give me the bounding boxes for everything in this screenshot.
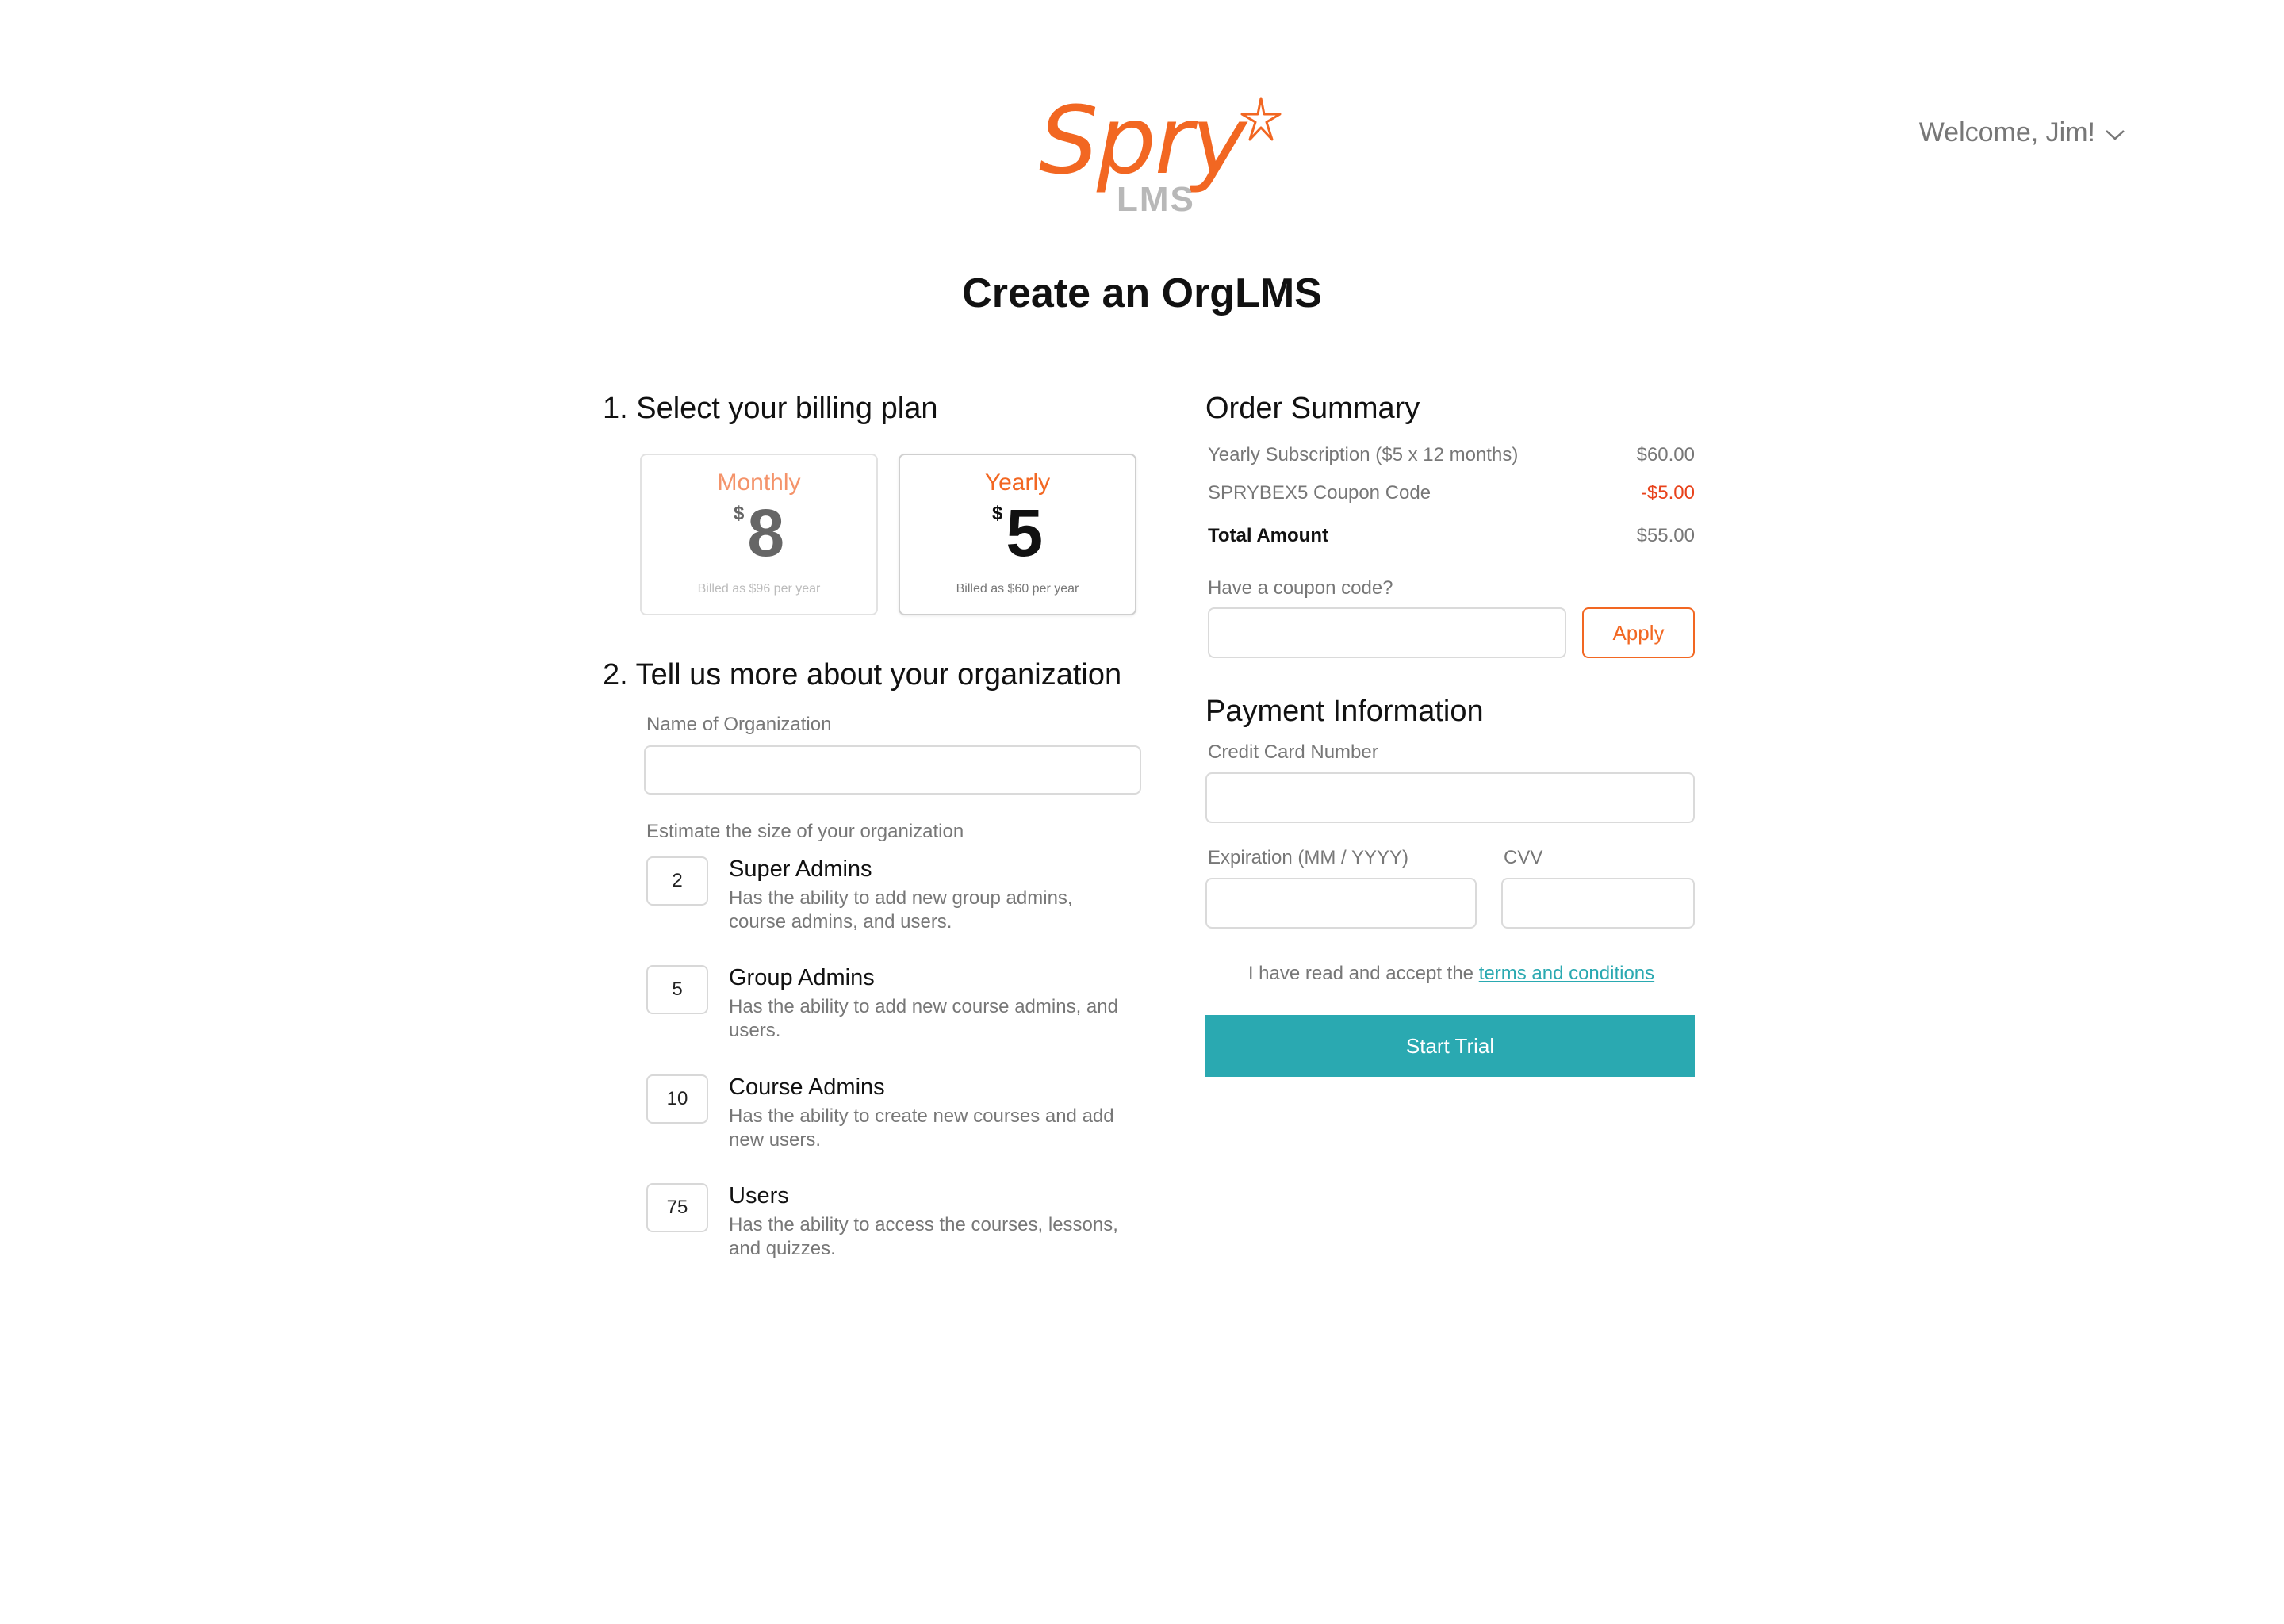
page-title: Create an OrgLMS xyxy=(962,270,1322,316)
organization-name-label: Name of Organization xyxy=(646,714,832,735)
cvv-label: CVV xyxy=(1504,847,1543,868)
role-description: Has the ability to create new courses an… xyxy=(729,1105,1114,1151)
user-menu[interactable]: Welcome, Jim! xyxy=(1919,117,2125,148)
page: Spry LMS Welcome, Jim! Create an OrgLMS … xyxy=(0,0,2284,1624)
plan-price: $8 xyxy=(642,500,876,566)
summary-label: Yearly Subscription ($5 x 12 months) xyxy=(1208,444,1519,465)
plan-price-value: 8 xyxy=(747,496,785,570)
plan-name: Yearly xyxy=(984,469,1051,496)
apply-coupon-button[interactable]: Apply xyxy=(1582,607,1695,658)
course-admins-count-input[interactable] xyxy=(646,1074,708,1124)
payment-heading: Payment Information xyxy=(1205,695,1484,728)
logo-wordmark: Spry xyxy=(1039,86,1247,195)
terms-link[interactable]: terms and conditions xyxy=(1479,963,1654,984)
plan-price-value: 5 xyxy=(1006,496,1044,570)
summary-label: SPRYBEX5 Coupon Code xyxy=(1208,482,1431,504)
terms-text: I have read and accept the xyxy=(1247,963,1479,984)
star-icon xyxy=(1240,97,1282,141)
role-title: Users xyxy=(729,1183,789,1208)
currency-symbol: $ xyxy=(733,503,745,524)
plan-billed-note: Billed as $96 per year xyxy=(697,582,821,596)
summary-total-value: $55.00 xyxy=(1636,525,1695,546)
role-description: Has the ability to add new group admins,… xyxy=(729,887,1073,933)
summary-discount-value: -$5.00 xyxy=(1640,482,1695,504)
spry-lms-logo: Spry LMS xyxy=(1039,94,1285,220)
order-summary-heading: Order Summary xyxy=(1205,392,1420,425)
coupon-label: Have a coupon code? xyxy=(1208,577,1393,599)
super-admins-count-input[interactable] xyxy=(646,856,708,906)
role-description: Has the ability to access the courses, l… xyxy=(729,1214,1118,1259)
summary-row-total: Total Amount $55.00 xyxy=(1208,525,1695,547)
plan-card-yearly[interactable]: Yearly $5 Billed as $60 per year xyxy=(899,454,1136,615)
coupon-code-input[interactable] xyxy=(1208,607,1566,658)
role-title: Course Admins xyxy=(729,1074,885,1100)
chevron-down-icon xyxy=(2106,129,2125,140)
plan-name: Monthly xyxy=(717,469,801,496)
summary-row-coupon: SPRYBEX5 Coupon Code -$5.00 xyxy=(1208,482,1695,504)
billing-plan-heading: 1. Select your billing plan xyxy=(603,392,938,425)
credit-card-input[interactable] xyxy=(1205,772,1695,823)
organization-name-input[interactable] xyxy=(644,745,1141,795)
currency-symbol: $ xyxy=(991,503,1003,524)
start-trial-button[interactable]: Start Trial xyxy=(1205,1015,1695,1077)
summary-row-subscription: Yearly Subscription ($5 x 12 months) $60… xyxy=(1208,444,1695,466)
credit-card-label: Credit Card Number xyxy=(1208,741,1378,763)
plan-card-monthly[interactable]: Monthly $8 Billed as $96 per year xyxy=(640,454,878,615)
summary-label: Total Amount xyxy=(1208,525,1328,546)
group-admins-count-input[interactable] xyxy=(646,965,708,1014)
organization-size-label: Estimate the size of your organization xyxy=(646,821,964,842)
role-title: Group Admins xyxy=(729,965,875,990)
plan-billed-note: Billed as $60 per year xyxy=(956,582,1079,596)
role-description: Has the ability to add new course admins… xyxy=(729,996,1118,1041)
expiration-input[interactable] xyxy=(1205,878,1477,929)
users-count-input[interactable] xyxy=(646,1183,708,1232)
summary-value: $60.00 xyxy=(1636,444,1695,465)
role-title: Super Admins xyxy=(729,856,872,882)
plan-price: $5 xyxy=(900,500,1135,566)
logo-subtitle: LMS xyxy=(1117,180,1195,219)
terms-agreement: I have read and accept the terms and con… xyxy=(1205,963,1697,985)
cvv-input[interactable] xyxy=(1501,878,1695,929)
organization-heading: 2. Tell us more about your organization xyxy=(603,658,1122,691)
expiration-label: Expiration (MM / YYYY) xyxy=(1208,847,1408,868)
welcome-text: Welcome, Jim! xyxy=(1918,117,2095,147)
